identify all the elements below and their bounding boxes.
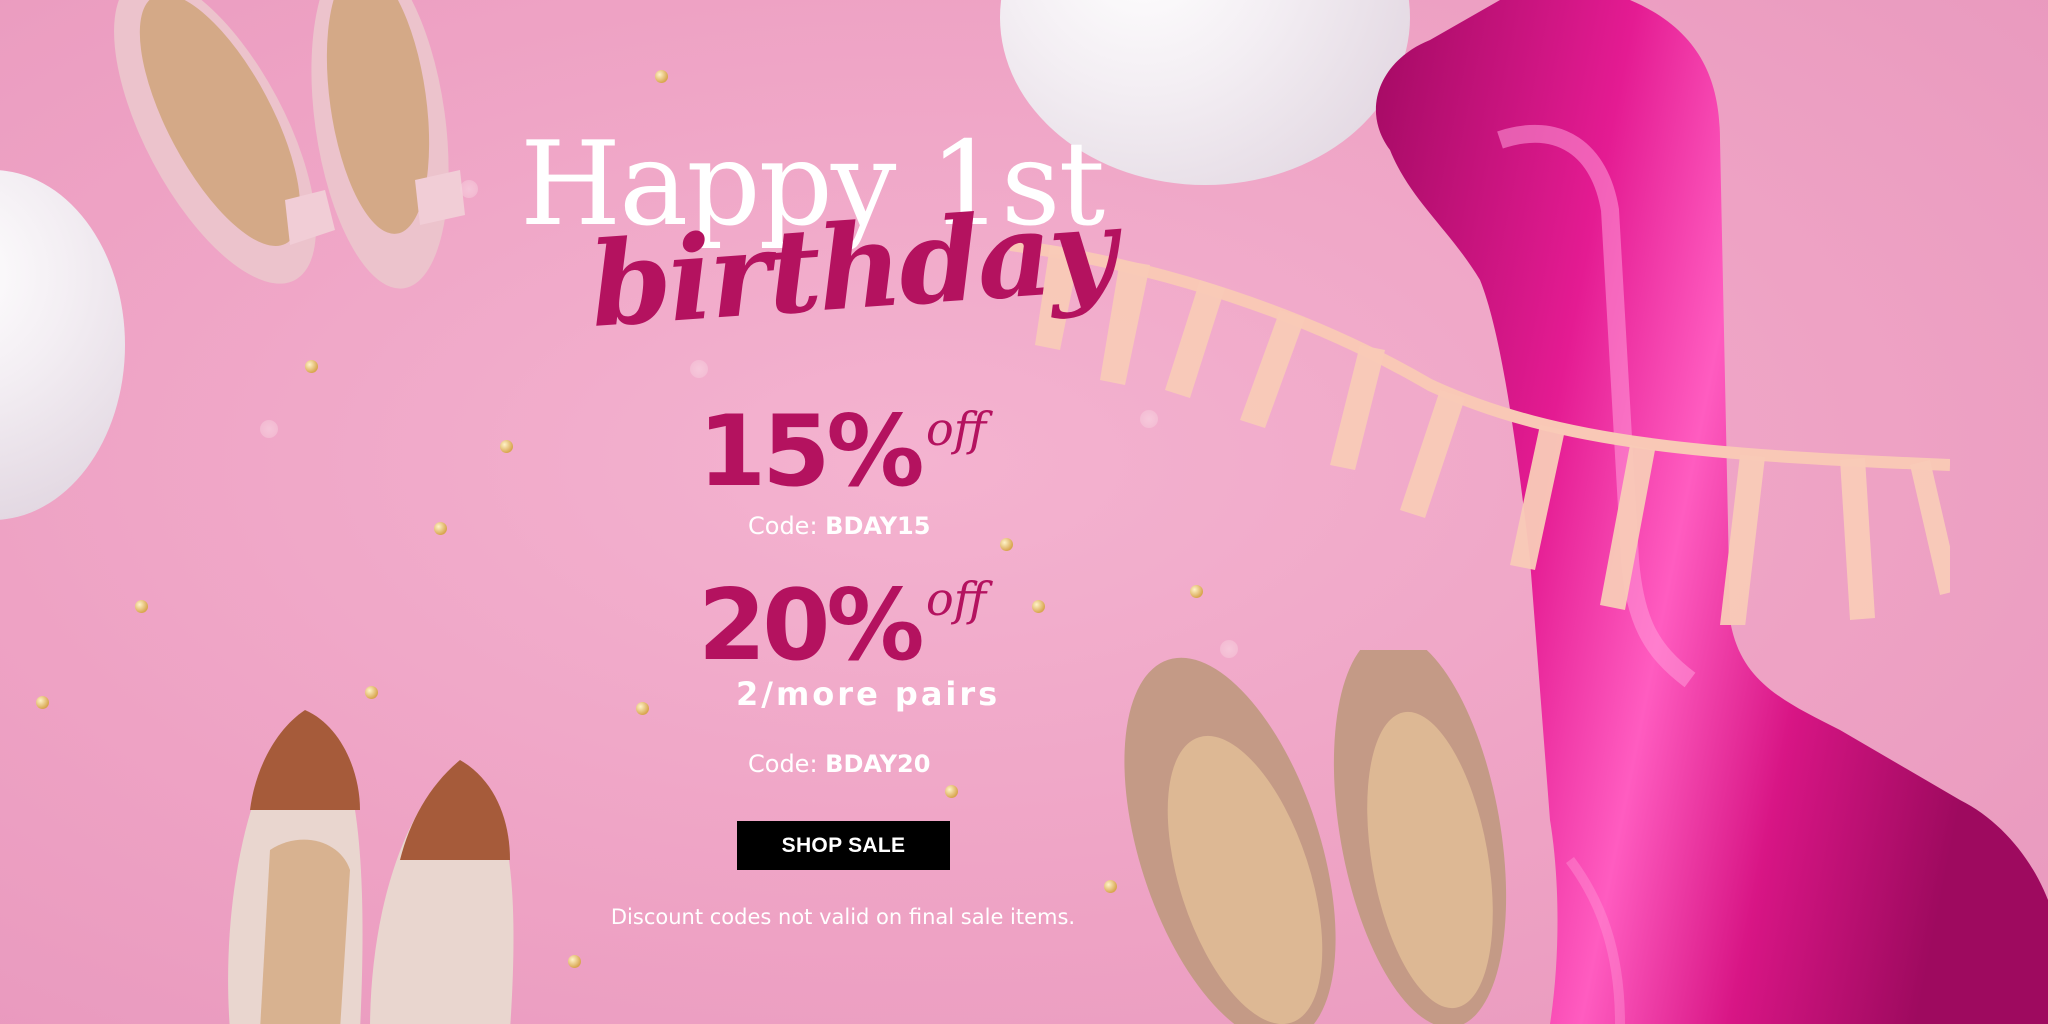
- tan-ballet-flats: [1124, 650, 1507, 1024]
- offer-1-percent: 15%: [698, 395, 925, 509]
- offer-2-subtitle: 2/more pairs: [736, 675, 1001, 713]
- offer-1-off-label: off: [926, 402, 987, 456]
- pink-ballet-flats: [114, 0, 465, 289]
- promo-code-bday15: BDAY15: [825, 512, 931, 540]
- confetti: [1104, 880, 1117, 893]
- confetti: [305, 360, 318, 373]
- birthday-sale-banner[interactable]: Happy 1st birthday 15% off Code: BDAY15 …: [0, 0, 2048, 1024]
- confetti: [260, 420, 278, 438]
- offer-2-percent: 20%: [698, 569, 925, 683]
- confetti: [1220, 640, 1238, 658]
- confetti: [434, 522, 447, 535]
- confetti: [1140, 410, 1158, 428]
- code-label: Code:: [748, 750, 818, 778]
- confetti: [36, 696, 49, 709]
- confetti: [568, 955, 581, 968]
- headline-birthday: birthday: [585, 181, 1118, 354]
- confetti: [1032, 600, 1045, 613]
- code-label: Code:: [748, 512, 818, 540]
- confetti: [690, 360, 708, 378]
- offer-2-off-label: off: [926, 572, 987, 626]
- shop-sale-button[interactable]: SHOP SALE: [737, 821, 950, 870]
- promo-code-bday20: BDAY20: [825, 750, 931, 778]
- brown-pointed-flats: [228, 710, 514, 1024]
- confetti: [500, 440, 513, 453]
- disclaimer-text: Discount codes not valid on final sale i…: [610, 905, 1076, 929]
- confetti: [1190, 585, 1203, 598]
- confetti: [945, 785, 958, 798]
- confetti: [135, 600, 148, 613]
- offer-2-code-line: Code: BDAY20: [748, 748, 1008, 780]
- confetti: [655, 70, 668, 83]
- confetti: [460, 180, 478, 198]
- confetti: [365, 686, 378, 699]
- confetti: [636, 702, 649, 715]
- offer-1-code-line: Code: BDAY15: [748, 510, 1008, 542]
